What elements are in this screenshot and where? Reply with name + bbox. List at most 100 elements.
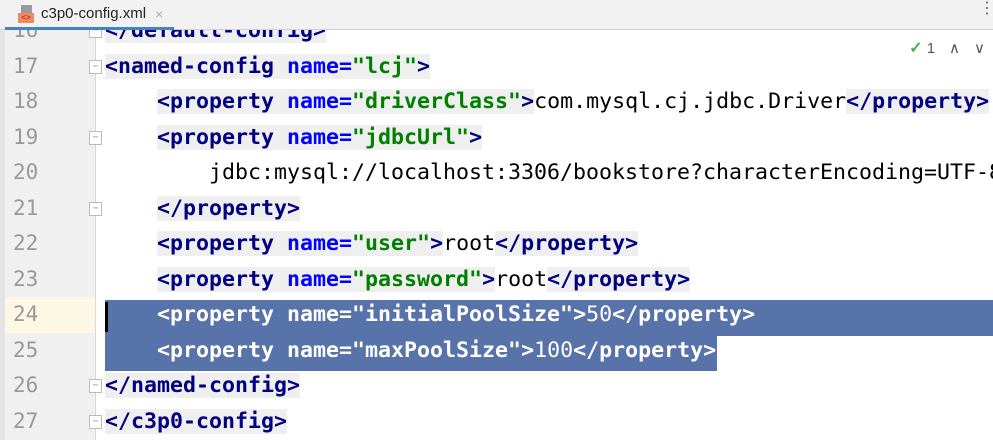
token-attr: name= xyxy=(287,302,353,327)
token-txt: jdbc:mysql://localhost:3306/bookstore?ch… xyxy=(209,160,993,185)
chevron-up-icon[interactable]: ∧ xyxy=(949,39,960,57)
code-text: <property name="password">root</property… xyxy=(105,262,691,298)
token-txt: root xyxy=(495,266,548,292)
token-tag: > xyxy=(573,302,587,327)
code-line[interactable]: 17 <named-config name="lcj"> xyxy=(0,49,993,85)
code-line[interactable]: 21 </property> xyxy=(0,191,993,227)
token-tag: > xyxy=(482,266,496,292)
token-tag: <named-config xyxy=(105,53,288,79)
code-line[interactable]: 23 <property name="password">root</prope… xyxy=(0,262,993,298)
tab-label: c3p0-config.xml xyxy=(41,5,147,22)
code-text: <property name="jdbcUrl"> xyxy=(105,120,483,156)
code-line[interactable]: 18 <property name="driverClass">com.mysq… xyxy=(0,84,993,120)
code-text: <property name="driverClass">com.mysql.c… xyxy=(105,84,990,120)
code-line[interactable]: 20 jdbc:mysql://localhost:3306/bookstore… xyxy=(0,155,993,191)
inspection-widget: ✓ 1 ∧ ∨ xyxy=(909,38,993,58)
token-txt: 100 xyxy=(534,337,574,363)
chevron-down-icon[interactable]: ∨ xyxy=(974,39,985,57)
code-line[interactable]: 24 <property name="initialPoolSize">50</… xyxy=(0,297,993,333)
check-icon: ✓ xyxy=(909,40,923,57)
close-icon[interactable]: × xyxy=(155,6,163,22)
token-tag: </property> xyxy=(547,266,691,292)
token-tag: </property> xyxy=(573,337,717,363)
token-tag: <property xyxy=(157,337,288,363)
token-tag: <property xyxy=(157,266,288,292)
fold-end-icon[interactable]: − xyxy=(89,201,102,216)
code-text: </named-config> xyxy=(105,368,301,404)
code-text: <named-config name="lcj"> xyxy=(105,49,431,85)
line-number: 23 xyxy=(13,266,39,291)
token-attr: name= xyxy=(287,124,353,150)
token-tag: > xyxy=(521,89,535,114)
token-txt: 50 xyxy=(586,302,613,327)
code-line[interactable]: 19 <property name="jdbcUrl"> xyxy=(0,120,993,156)
token-tag: </property> xyxy=(846,89,990,114)
line-number: 27 xyxy=(13,408,39,433)
token-val: "password" xyxy=(352,266,483,292)
token-tag: </named-config> xyxy=(105,373,301,398)
fold-start-icon[interactable]: − xyxy=(89,130,102,145)
token-attr: name= xyxy=(287,53,353,79)
code-line[interactable]: 27 </c3p0-config> xyxy=(0,404,993,440)
fold-end-icon[interactable]: − xyxy=(89,379,102,393)
line-number: 25 xyxy=(13,337,39,362)
token-tag: <property xyxy=(157,89,288,114)
token-tag: > xyxy=(430,231,444,256)
inspection-status[interactable]: ✓ 1 xyxy=(909,38,935,58)
code-text: <property name="user">root</property> xyxy=(105,226,639,262)
token-attr: name= xyxy=(287,231,353,256)
fold-end-icon[interactable]: − xyxy=(89,414,102,429)
inspection-count: 1 xyxy=(926,40,936,57)
text-caret xyxy=(105,302,108,332)
token-tag: > xyxy=(469,124,483,150)
token-txt: com.mysql.cj.jdbc.Driver xyxy=(534,89,847,114)
token-attr: name= xyxy=(287,89,353,114)
tab-c3p0-config[interactable]: <> c3p0-config.xml × xyxy=(5,0,174,30)
token-val: "maxPoolSize" xyxy=(352,337,522,363)
line-number: 22 xyxy=(13,231,39,255)
code-text: <property name="maxPoolSize">100</proper… xyxy=(105,333,716,369)
token-val: "driverClass" xyxy=(352,89,522,114)
token-txt: root xyxy=(443,231,496,256)
code-line[interactable]: 22 <property name="user">root</property> xyxy=(0,226,993,262)
token-tag: </property> xyxy=(612,302,756,327)
tab-bar: <> c3p0-config.xml × ⋮ xyxy=(0,0,993,30)
line-number: 21 xyxy=(13,195,39,220)
line-number: 26 xyxy=(13,373,39,397)
code-line[interactable]: 26 </named-config> xyxy=(0,368,993,404)
code-text: </property> xyxy=(105,191,301,227)
code-text: jdbc:mysql://localhost:3306/bookstore?ch… xyxy=(105,155,993,191)
token-attr: name= xyxy=(287,337,353,363)
xml-file-icon: <> xyxy=(18,4,34,23)
token-val: "lcj" xyxy=(352,53,418,79)
code-text: <property name="initialPoolSize">50</pro… xyxy=(105,297,755,333)
token-tag: > xyxy=(417,53,431,79)
line-number: 19 xyxy=(13,124,39,149)
token-tag: <property xyxy=(157,231,288,256)
token-tag: > xyxy=(521,337,535,363)
line-number: 20 xyxy=(13,160,39,184)
fold-start-icon[interactable]: − xyxy=(89,59,102,74)
token-val: "initialPoolSize" xyxy=(352,302,574,327)
code-line[interactable]: 25 <property name="maxPoolSize">100</pro… xyxy=(0,333,993,369)
token-val: "jdbcUrl" xyxy=(352,124,470,150)
token-tag: </property> xyxy=(157,195,301,221)
line-number: 17 xyxy=(13,53,39,78)
token-tag: <property xyxy=(157,302,288,327)
code-text: </c3p0-config> xyxy=(105,404,288,440)
token-val: "user" xyxy=(352,231,431,256)
more-options-icon[interactable]: ⋮ xyxy=(979,0,993,16)
line-number: 18 xyxy=(13,89,39,113)
token-tag: <property xyxy=(157,124,288,150)
token-attr: name= xyxy=(287,266,353,292)
token-tag: </c3p0-config> xyxy=(105,408,288,434)
line-number: 24 xyxy=(5,297,95,333)
